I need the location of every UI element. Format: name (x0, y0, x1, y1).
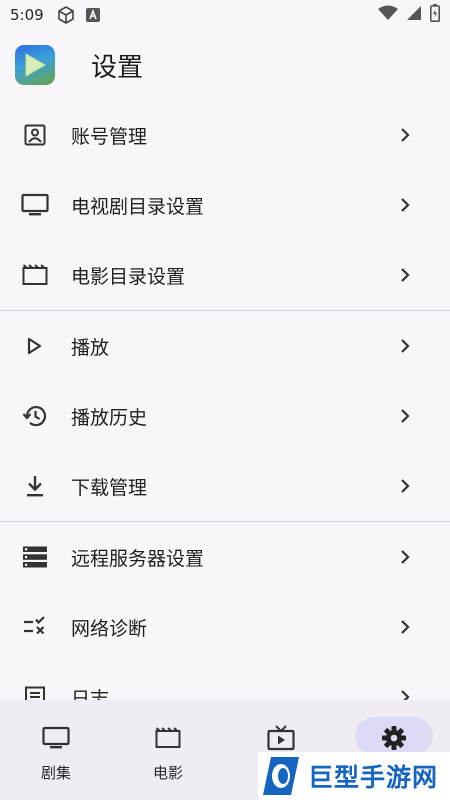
chevron-right-icon (396, 407, 414, 425)
settings-item-label: 网络诊断 (71, 617, 148, 640)
settings-item-history[interactable]: 播放历史 (0, 381, 450, 451)
watermark-text: 巨型手游网 (308, 763, 439, 792)
chevron-right-icon (396, 266, 414, 284)
log-icon (20, 682, 50, 700)
header: 设置 (0, 30, 450, 100)
tv-icon (20, 190, 50, 220)
settings-item-account[interactable]: 账号管理 (0, 100, 450, 170)
rule-icon (20, 612, 50, 642)
status-time: 5:09 (10, 6, 44, 24)
status-bar: 5:09 (0, 0, 450, 30)
live-tv-icon (265, 722, 297, 754)
nav-item-tv-series[interactable]: 剧集 (0, 700, 112, 800)
watermark: 巨型手游网 (258, 752, 450, 800)
cube-icon (56, 5, 76, 25)
settings-list[interactable]: 账号管理 电视剧目录设置 电影目录设置 播放 播放历史 下载管理 远程服务器设置… (0, 100, 450, 700)
wifi-icon (378, 5, 398, 25)
play-icon (20, 331, 50, 361)
a-box-icon (85, 8, 100, 22)
page-title: 设置 (91, 52, 144, 83)
battery-icon (430, 4, 440, 26)
settings-item-label: 电视剧目录设置 (71, 195, 205, 218)
settings-item-log[interactable]: 日志 (0, 662, 450, 700)
settings-item-movie-directory[interactable]: 电影目录设置 (0, 240, 450, 310)
settings-item-download[interactable]: 下载管理 (0, 451, 450, 521)
watermark-logo-icon (258, 752, 304, 800)
history-icon (20, 401, 50, 431)
chevron-right-icon (396, 196, 414, 214)
chevron-right-icon (396, 126, 414, 144)
server-icon (20, 542, 50, 572)
chevron-right-icon (396, 337, 414, 355)
nav-item-movies[interactable]: 电影 (112, 700, 224, 800)
settings-item-label: 日志 (71, 687, 110, 701)
settings-item-label: 播放 (71, 336, 110, 359)
account-box-icon (20, 120, 50, 150)
settings-item-label: 播放历史 (71, 406, 148, 429)
tv-icon (40, 722, 72, 754)
play-app-icon (15, 45, 55, 85)
settings-item-network-diagnosis[interactable]: 网络诊断 (0, 592, 450, 662)
settings-item-tv-directory[interactable]: 电视剧目录设置 (0, 170, 450, 240)
chevron-right-icon (396, 548, 414, 566)
nav-item-label: 电影 (152, 764, 183, 782)
download-icon (20, 471, 50, 501)
movie-icon (152, 722, 184, 754)
movie-icon (20, 260, 50, 290)
settings-item-label: 远程服务器设置 (71, 547, 205, 570)
gear-icon (378, 722, 410, 754)
chevron-right-icon (396, 477, 414, 495)
settings-item-remote-server[interactable]: 远程服务器设置 (0, 522, 450, 592)
chevron-right-icon (396, 618, 414, 636)
settings-item-label: 账号管理 (71, 125, 148, 148)
settings-item-playback[interactable]: 播放 (0, 311, 450, 381)
chevron-right-icon (396, 688, 414, 700)
status-right-icons (378, 4, 440, 26)
settings-item-label: 下载管理 (71, 476, 148, 499)
nav-item-label: 剧集 (40, 764, 71, 782)
settings-item-label: 电影目录设置 (71, 265, 186, 288)
signal-icon (406, 5, 422, 25)
